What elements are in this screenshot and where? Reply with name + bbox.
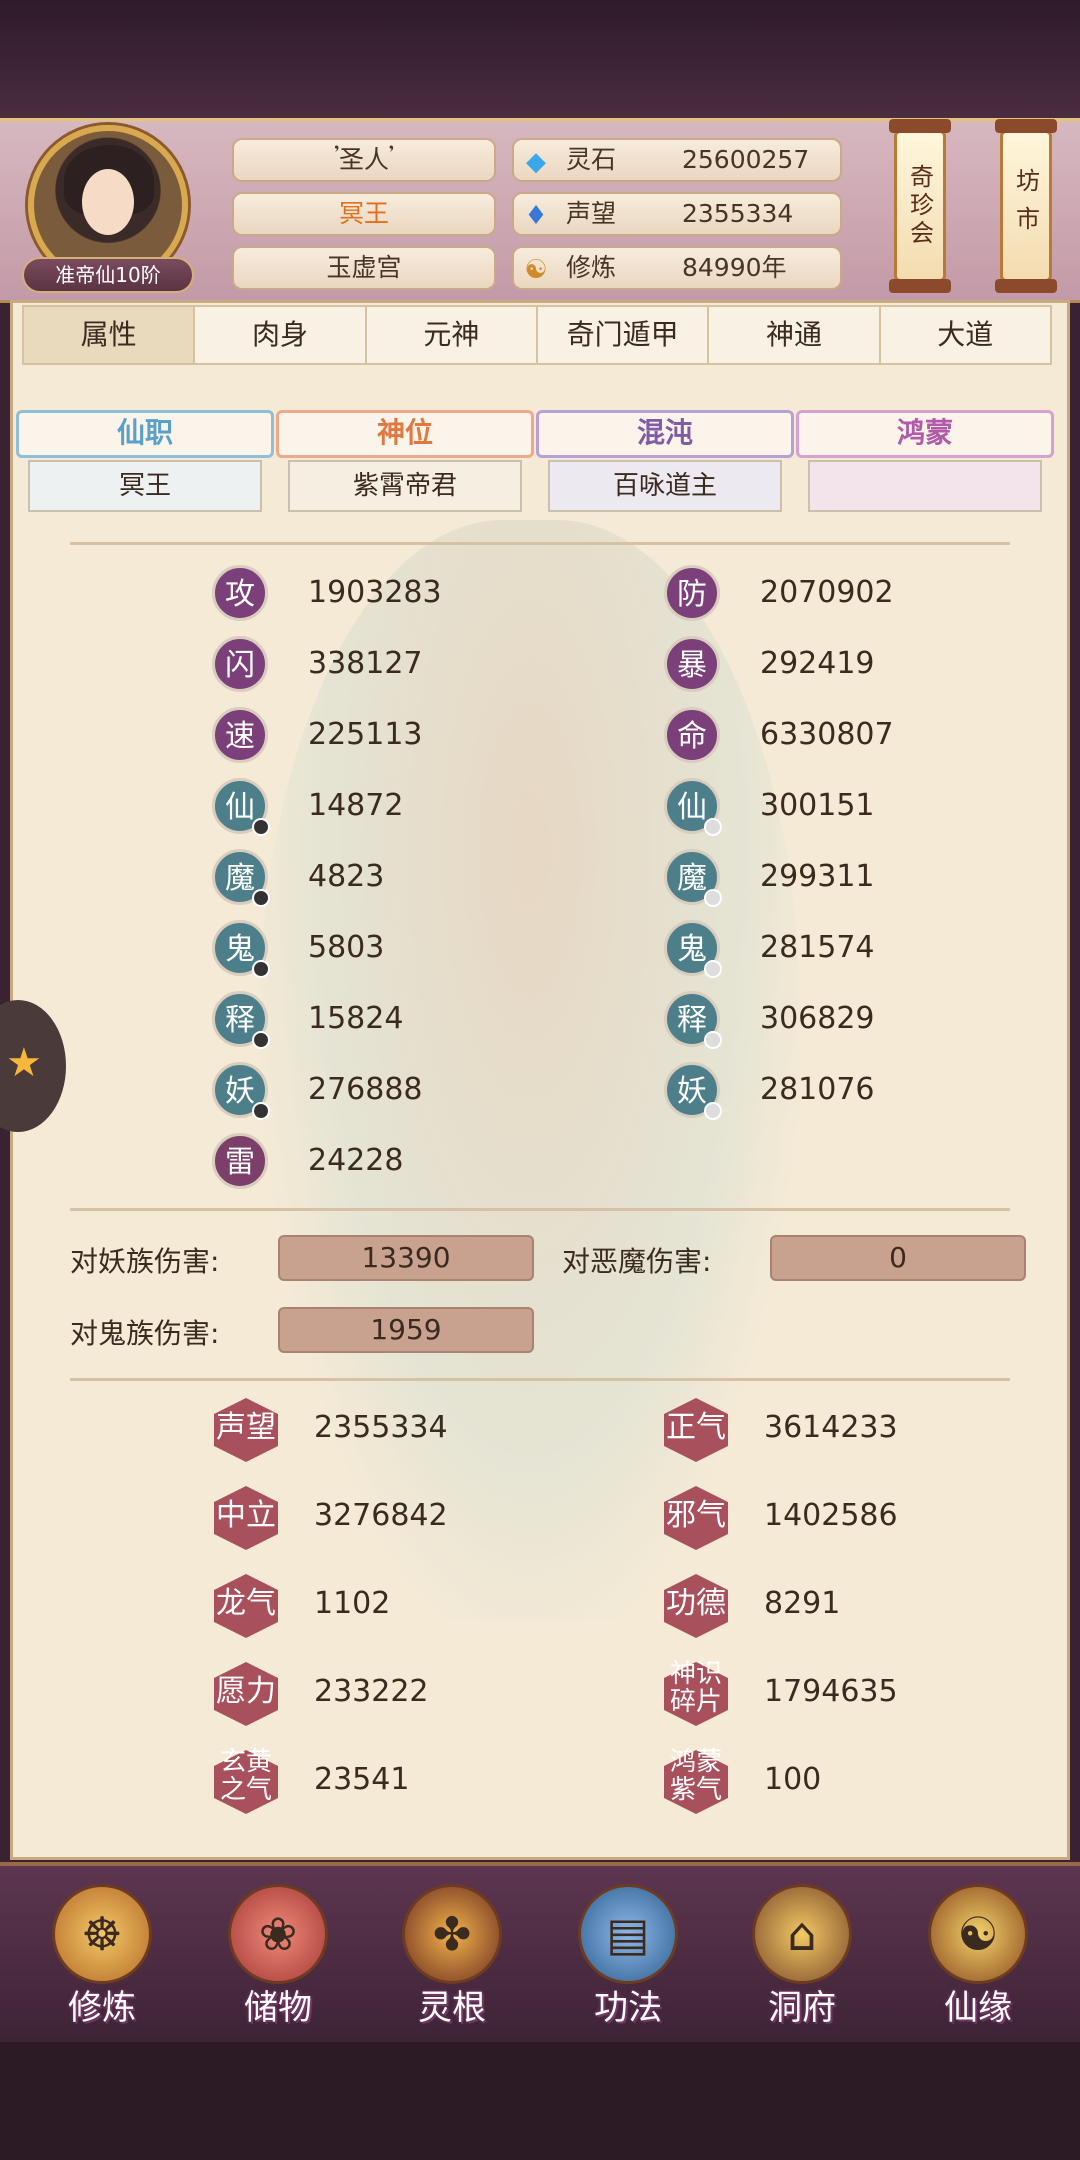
character-illustration xyxy=(260,520,800,1620)
spirit-root-icon: ✤ xyxy=(402,1884,502,1984)
nav-storage[interactable]: ❀ 储物 xyxy=(198,1880,358,2030)
market-banner[interactable]: 坊市 xyxy=(995,119,1057,293)
damage-value-demon: 0 xyxy=(770,1235,1026,1281)
treasure-fair-banner[interactable]: 奇珍会 xyxy=(889,119,951,293)
category-immortal-post[interactable]: 仙职 冥王 xyxy=(16,410,274,514)
top-status-area xyxy=(0,0,1080,120)
damage-label-ghost: 对鬼族伤害: xyxy=(70,1317,220,1350)
damage-value-ghost: 1959 xyxy=(278,1307,534,1353)
bottom-system-area xyxy=(0,2042,1080,2160)
attack-mark-icon xyxy=(252,1102,270,1120)
damage-label-yao: 对妖族伤害: xyxy=(70,1245,220,1278)
defense-mark-icon xyxy=(704,818,722,836)
tab-attributes[interactable]: 属性 xyxy=(24,307,196,363)
category-divine-rank[interactable]: 神位 紫霄帝君 xyxy=(276,410,534,514)
cultivation-icon: ☯ xyxy=(524,255,548,285)
defense-mark-icon xyxy=(704,1031,722,1049)
cultivate-icon: ☸ xyxy=(52,1884,152,1984)
resource-prestige: ♦ 声望 2355334 xyxy=(512,192,842,236)
category-chaos[interactable]: 混沌 百咏道主 xyxy=(536,410,794,514)
defense-mark-icon xyxy=(704,960,722,978)
nav-cultivate[interactable]: ☸ 修炼 xyxy=(22,1880,182,2030)
technique-book-icon: ▤ xyxy=(578,1884,678,1984)
tab-soul[interactable]: 元神 xyxy=(367,307,538,363)
cave-palace-icon: ⌂ xyxy=(752,1884,852,1984)
tab-qimen[interactable]: 奇门遁甲 xyxy=(538,307,710,363)
tab-body[interactable]: 肉身 xyxy=(195,307,367,363)
attack-mark-icon xyxy=(252,960,270,978)
defense-mark-icon xyxy=(704,889,722,907)
category-hongmeng[interactable]: 鸿蒙 xyxy=(796,410,1054,514)
rank-badge: 准帝仙10阶 xyxy=(22,257,194,293)
divider xyxy=(70,1208,1010,1211)
spirit-stone-icon: ◆ xyxy=(526,147,546,177)
resource-cultivation: ☯ 修炼 84990年 xyxy=(512,246,842,290)
attribute-tabs: 属性 肉身 元神 奇门遁甲 神通 大道 xyxy=(22,305,1052,365)
gourd-icon: ☯ xyxy=(928,1884,1028,1984)
divider xyxy=(70,542,1010,545)
damage-label-demon: 对恶魔伤害: xyxy=(562,1245,712,1278)
tab-powers[interactable]: 神通 xyxy=(709,307,881,363)
resource-spirit-stone: ◆ 灵石 25600257 xyxy=(512,138,842,182)
avatar-face xyxy=(82,169,134,235)
nav-fate[interactable]: ☯ 仙缘 xyxy=(898,1880,1058,2030)
divider xyxy=(70,1378,1010,1381)
storage-bag-icon: ❀ xyxy=(228,1884,328,1984)
attack-mark-icon xyxy=(252,889,270,907)
attack-mark-icon xyxy=(252,818,270,836)
attack-mark-icon xyxy=(252,1031,270,1049)
player-title: 𝄒圣人𝄒 xyxy=(232,138,496,182)
nav-spirit-root[interactable]: ✤ 灵根 xyxy=(372,1880,532,2030)
tab-dao[interactable]: 大道 xyxy=(881,307,1050,363)
player-sect: 玉虚宫 xyxy=(232,246,496,290)
damage-value-yao: 13390 xyxy=(278,1235,534,1281)
prestige-icon: ♦ xyxy=(524,201,548,231)
star-icon: ★ xyxy=(6,1040,42,1086)
nav-cave[interactable]: ⌂ 洞府 xyxy=(722,1880,882,2030)
player-position: 冥王 xyxy=(232,192,496,236)
defense-mark-icon xyxy=(704,1102,722,1120)
nav-technique[interactable]: ▤ 功法 xyxy=(548,1880,708,2030)
